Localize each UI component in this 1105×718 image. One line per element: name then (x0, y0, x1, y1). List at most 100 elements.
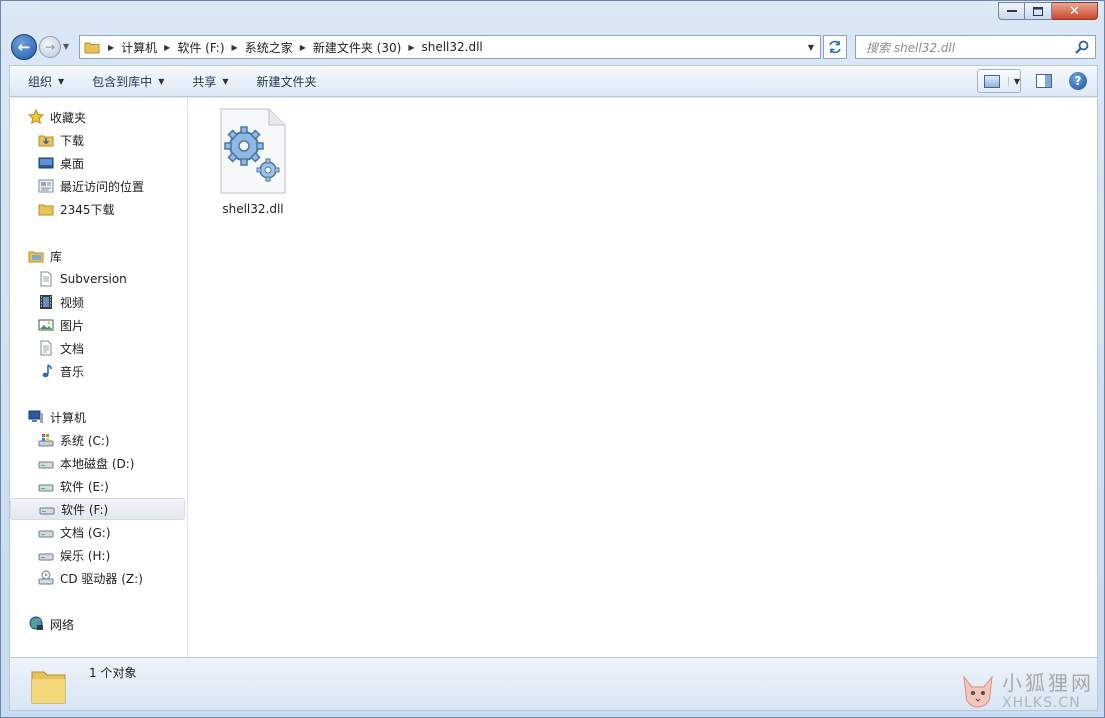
sidebar-header-libraries[interactable]: 库 (28, 245, 62, 267)
chevron-right-icon[interactable]: ▶ (230, 43, 240, 52)
chevron-down-icon: ▼ (222, 76, 229, 86)
window-controls: ✕ (998, 2, 1098, 20)
system-drive-icon (38, 432, 54, 448)
view-icon (984, 74, 1000, 88)
search-input[interactable] (864, 37, 1073, 59)
help-button[interactable]: ? (1069, 72, 1087, 90)
star-icon (28, 109, 44, 125)
preview-pane-button[interactable] (1033, 70, 1055, 92)
recent-pages-dropdown[interactable]: ▼ (63, 42, 73, 52)
sidebar-item-drive-f[interactable]: 软件 (F:) (10, 498, 185, 520)
chevron-down-icon: ▼ (58, 76, 65, 86)
breadcrumb-shell32[interactable]: shell32.dll (416, 36, 487, 58)
document-library-icon (38, 271, 54, 287)
sidebar-item-drive-e[interactable]: 软件 (E:) (38, 475, 109, 497)
breadcrumb-xitongzhijia[interactable]: 系统之家 (240, 36, 298, 58)
chevron-right-icon[interactable]: ▶ (162, 43, 172, 52)
folder-icon (31, 671, 66, 704)
sidebar-item-documents[interactable]: 文档 (38, 337, 84, 359)
music-note-icon (38, 363, 54, 379)
address-dropdown-button[interactable]: ▼ (802, 36, 820, 58)
sidebar-item-pictures[interactable]: 图片 (38, 314, 84, 336)
sidebar-item-cd-drive-z[interactable]: CD 驱动器 (Z:) (38, 567, 143, 589)
search-icon[interactable] (1074, 39, 1090, 55)
arrow-left-icon: ← (17, 38, 31, 56)
sidebar-header-favorites[interactable]: 收藏夹 (28, 106, 86, 128)
breadcrumb-new-folder[interactable]: 新建文件夹 (30) (308, 36, 406, 58)
sidebar-item-drive-g[interactable]: 文档 (G:) (38, 521, 111, 543)
recent-places-icon (38, 178, 54, 194)
breadcrumb-drive-f[interactable]: 软件 (F:) (172, 36, 229, 58)
hard-drive-icon (38, 455, 54, 471)
chevron-right-icon[interactable]: ▶ (106, 43, 116, 52)
back-button[interactable]: ← (11, 34, 37, 60)
chevron-right-icon[interactable]: ▶ (406, 43, 416, 52)
hard-drive-icon (39, 501, 55, 517)
sidebar-item-2345-downloads[interactable]: 2345下载 (38, 198, 115, 220)
maximize-icon (1033, 6, 1043, 16)
include-in-library-button[interactable]: 包含到库中 ▼ (82, 68, 174, 94)
navigation-bar: ← → ▼ ▶ 计算机 ▶ 软件 (F:) ▶ 系统之家 ▶ 新建文件夹 (30… (9, 33, 1099, 61)
downloads-folder-icon (38, 132, 54, 148)
picture-icon (38, 317, 54, 333)
network-icon (28, 616, 44, 632)
watermark-logo: 小狐狸网 XHLKS.CN (958, 671, 1094, 711)
computer-icon (28, 409, 44, 425)
command-bar: 组织 ▼ 包含到库中 ▼ 共享 ▼ 新建文件夹 ▼ ? (9, 65, 1098, 97)
search-box[interactable] (855, 35, 1096, 59)
refresh-icon (829, 40, 841, 54)
cd-drive-icon (38, 570, 54, 586)
sidebar-header-computer[interactable]: 计算机 (28, 406, 86, 428)
minimize-button[interactable] (998, 2, 1025, 20)
sidebar-item-drive-d[interactable]: 本地磁盘 (D:) (38, 452, 134, 474)
close-icon: ✕ (1069, 3, 1080, 19)
sidebar-item-desktop[interactable]: 桌面 (38, 152, 84, 174)
details-pane: 1 个对象 (9, 657, 1098, 711)
help-icon: ? (1074, 74, 1082, 88)
desktop-icon (38, 155, 54, 171)
maximize-button[interactable] (1025, 2, 1052, 20)
sidebar-item-recent-places[interactable]: 最近访问的位置 (38, 175, 144, 197)
minimize-icon (1006, 10, 1017, 12)
sidebar-item-drive-c[interactable]: 系统 (C:) (38, 429, 110, 451)
chevron-down-icon: ▼ (158, 76, 165, 86)
sidebar-item-videos[interactable]: 视频 (38, 291, 84, 313)
hard-drive-icon (38, 478, 54, 494)
share-button[interactable]: 共享 ▼ (182, 68, 238, 94)
library-icon (28, 248, 44, 264)
film-icon (38, 294, 54, 310)
document-icon (38, 340, 54, 356)
chevron-right-icon[interactable]: ▶ (298, 43, 308, 52)
address-bar[interactable]: ▶ 计算机 ▶ 软件 (F:) ▶ 系统之家 ▶ 新建文件夹 (30) ▶ sh… (79, 35, 821, 59)
file-list: shell32.dll (188, 98, 1097, 657)
watermark-title: 小狐狸网 (1002, 671, 1094, 695)
sidebar-item-drive-h[interactable]: 娱乐 (H:) (38, 544, 110, 566)
sidebar-item-subversion[interactable]: Subversion (38, 268, 127, 290)
watermark-domain: XHLKS.CN (1002, 695, 1081, 711)
dll-gear-icon (220, 108, 286, 194)
close-button[interactable]: ✕ (1052, 2, 1098, 20)
file-item[interactable]: shell32.dll (212, 108, 294, 216)
chevron-down-icon: ▼ (807, 42, 815, 52)
forward-button[interactable]: → (39, 36, 61, 58)
navigation-pane: 收藏夹 下载 桌面 最近访问的位置 2345下载 库 Subversion 视频… (10, 98, 188, 657)
sidebar-header-network[interactable]: 网络 (28, 613, 74, 635)
preview-pane-icon (1036, 74, 1052, 88)
folder-icon (84, 42, 100, 54)
breadcrumb-computer[interactable]: 计算机 (116, 36, 162, 58)
chevron-down-icon[interactable]: ▼ (1007, 76, 1020, 86)
fox-logo-icon (963, 675, 993, 708)
explorer-window: ✕ ← → ▼ ▶ 计算机 ▶ 软件 (F:) ▶ 系统之家 ▶ 新建文件夹 (… (0, 0, 1105, 718)
sidebar-item-downloads[interactable]: 下载 (38, 129, 84, 151)
change-view-button[interactable]: ▼ (977, 69, 1021, 93)
view-controls: ▼ ? (977, 69, 1087, 93)
organize-button[interactable]: 组织 ▼ (18, 68, 74, 94)
new-folder-button[interactable]: 新建文件夹 (247, 68, 327, 94)
arrow-right-icon: → (44, 40, 56, 54)
hard-drive-icon (38, 524, 54, 540)
file-name: shell32.dll (222, 202, 284, 216)
item-count: 1 个对象 (89, 666, 137, 680)
sidebar-item-music[interactable]: 音乐 (38, 360, 84, 382)
hard-drive-icon (38, 547, 54, 563)
refresh-button[interactable] (823, 35, 847, 59)
